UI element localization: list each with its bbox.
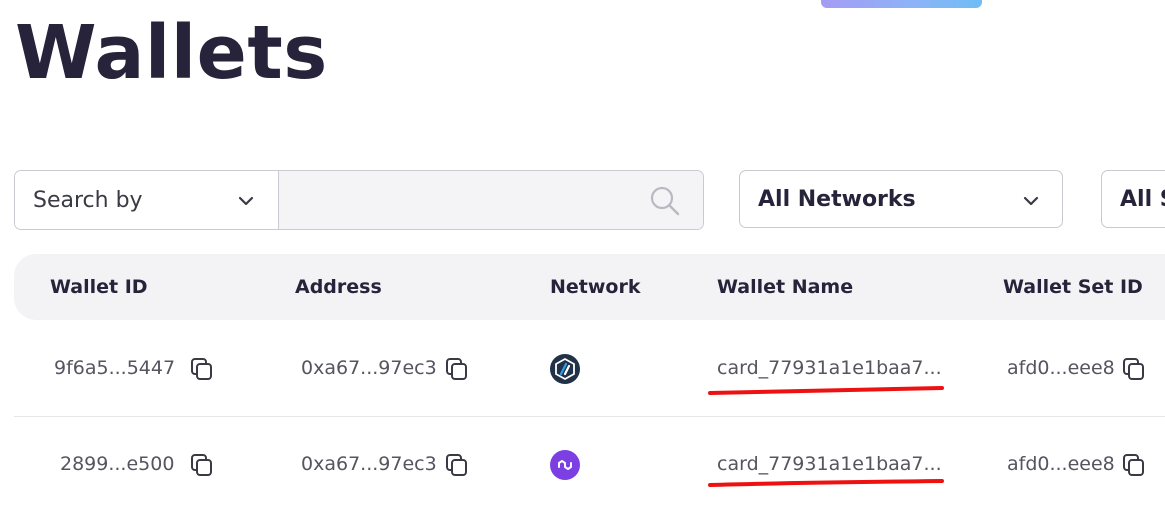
search-by-label: Search by — [33, 187, 143, 213]
status-select-label: All S — [1120, 186, 1165, 212]
top-gradient-button[interactable] — [821, 0, 982, 8]
copy-icon[interactable] — [1121, 452, 1147, 478]
column-header-wallet-id[interactable]: Wallet ID — [50, 254, 148, 320]
copy-icon[interactable] — [1121, 356, 1147, 382]
wallet-name-cell: card_77931a1e1baa7... — [717, 357, 942, 379]
column-header-address[interactable]: Address — [295, 254, 382, 320]
status-select[interactable]: All S — [1101, 170, 1165, 228]
wallet-id-cell: 9f6a5...5447 — [54, 357, 176, 379]
copy-icon[interactable] — [189, 452, 215, 478]
table-row[interactable]: 9f6a5...5447 0xa67...97ec3 card_77931a1e… — [14, 320, 1165, 416]
search-icon[interactable] — [649, 185, 681, 217]
wallet-name-cell: card_77931a1e1baa7... — [717, 453, 942, 475]
address-cell: 0xa67...97ec3 — [301, 453, 437, 475]
search-by-dropdown[interactable]: Search by — [15, 171, 279, 229]
table-row[interactable]: 2899...e500 0xa67...97ec3 card_77931a1e1… — [14, 416, 1165, 510]
page-title: Wallets — [15, 10, 328, 96]
wallet-set-id-cell: afd0...eee8 — [1007, 453, 1115, 475]
network-select-label: All Networks — [758, 186, 916, 212]
search-input[interactable] — [279, 171, 703, 229]
annotation-underline — [708, 386, 944, 395]
table-header: Wallet ID Address Network Wallet Name Wa… — [14, 254, 1165, 320]
search-input-container — [279, 171, 703, 229]
wallets-page: Wallets Search by All Networks All S Wal… — [0, 0, 1165, 510]
copy-icon[interactable] — [444, 356, 470, 382]
network-select[interactable]: All Networks — [739, 170, 1063, 228]
column-header-network[interactable]: Network — [550, 254, 640, 320]
arbitrum-icon — [550, 354, 580, 384]
chevron-down-icon — [238, 196, 254, 206]
annotation-underline — [708, 479, 944, 487]
wallet-set-id-cell: afd0...eee8 — [1007, 357, 1115, 379]
chevron-down-icon — [1023, 196, 1039, 206]
column-header-wallet-name[interactable]: Wallet Name — [717, 254, 853, 320]
column-header-wallet-set-id[interactable]: Wallet Set ID — [1003, 254, 1143, 320]
wallet-id-cell: 2899...e500 — [60, 453, 175, 475]
polygon-icon — [550, 450, 580, 480]
copy-icon[interactable] — [444, 452, 470, 478]
copy-icon[interactable] — [189, 356, 215, 382]
search-group: Search by — [14, 170, 704, 230]
address-cell: 0xa67...97ec3 — [301, 357, 437, 379]
